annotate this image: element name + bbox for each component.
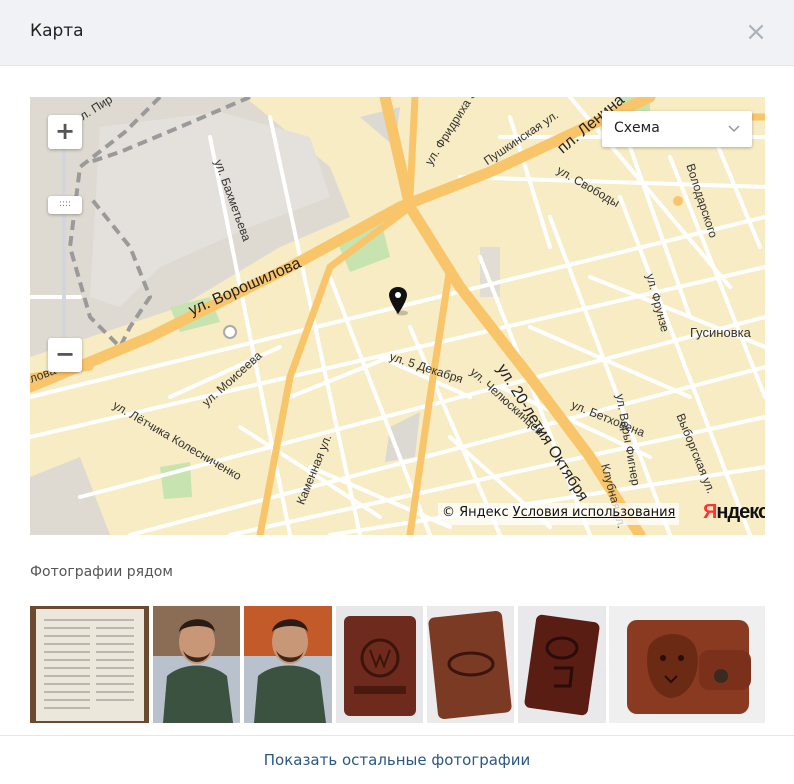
yandex-logo-red: Я	[703, 501, 717, 523]
photo-thumbnail[interactable]	[30, 606, 149, 723]
modal-header: Карта ×	[0, 0, 794, 66]
zoom-out-button[interactable]: −	[48, 338, 82, 372]
man-selfie-photo	[244, 606, 332, 723]
map-view[interactable]: ул. Ворошилова ул. 20-летия Октября ул. …	[30, 97, 765, 535]
leather-cover-mazda-photo	[518, 606, 606, 723]
photo-thumbnail[interactable]	[427, 606, 514, 723]
terms-link[interactable]: Условия использования	[513, 505, 676, 520]
photo-thumbnail[interactable]	[336, 606, 423, 723]
show-more-photos-link[interactable]: Показать остальные фотографии	[0, 751, 794, 769]
document-photo	[30, 606, 149, 723]
leather-cover-ford-photo	[427, 606, 514, 723]
photo-thumbnail[interactable]	[609, 606, 765, 723]
chevron-down-icon	[728, 125, 740, 133]
photo-thumbnail[interactable]	[153, 606, 240, 723]
map-layer-value: Схема	[614, 120, 660, 136]
zoom-slider-handle[interactable]: ::::	[48, 196, 82, 214]
photos-section-title: Фотографии рядом	[30, 564, 173, 580]
zoom-slider-track[interactable]	[62, 143, 66, 351]
close-icon[interactable]: ×	[744, 19, 768, 45]
photo-thumbnail[interactable]	[518, 606, 606, 723]
district-label: Гусиновка	[690, 325, 751, 340]
man-selfie-photo	[153, 606, 240, 723]
leather-wallet-lion-photo	[609, 606, 765, 723]
zoom-in-button[interactable]: +	[48, 115, 82, 149]
modal-footer: Показать остальные фотографии	[0, 735, 794, 784]
location-pin-icon[interactable]	[387, 286, 409, 316]
map-copyright: © Яндекс Условия использования	[438, 503, 680, 525]
map-layer-select[interactable]: Схема	[602, 111, 752, 147]
modal-title: Карта	[30, 21, 84, 41]
copyright-text: © Яндекс	[442, 505, 509, 520]
leather-cover-vw-photo	[336, 606, 423, 723]
yandex-logo[interactable]: Яндекс	[703, 501, 765, 524]
yandex-logo-dark: ндекс	[716, 501, 765, 523]
photo-thumbnail[interactable]	[244, 606, 332, 723]
